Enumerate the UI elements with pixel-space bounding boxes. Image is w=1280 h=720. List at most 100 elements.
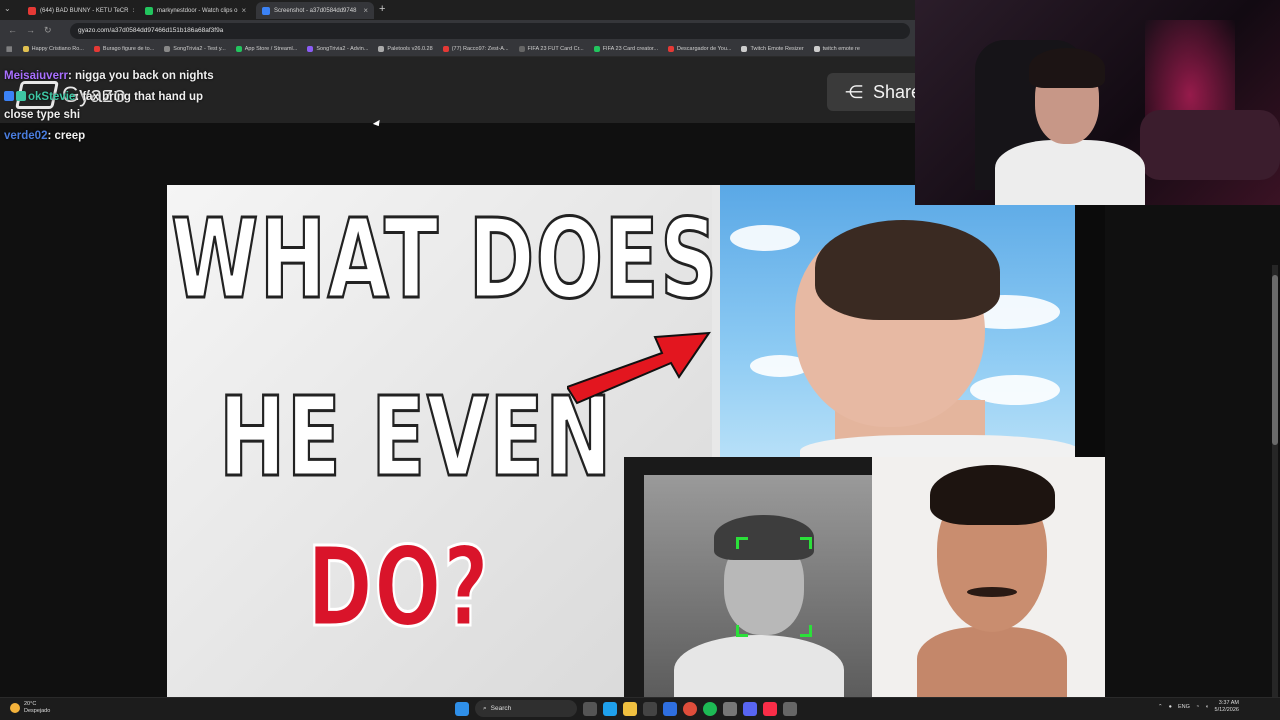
bookmark-favicon-icon bbox=[813, 46, 820, 52]
stream-chat-overlay: Meisaiuverr: nigga you back on nights ok… bbox=[4, 67, 214, 148]
language-indicator[interactable]: ENG bbox=[1178, 704, 1190, 710]
bookmark-favicon-icon bbox=[518, 46, 525, 52]
face-detect-corner-icon bbox=[800, 625, 812, 637]
bookmark-item[interactable]: SongTrivia2 - Test y... bbox=[164, 46, 226, 52]
gyazo-icon bbox=[262, 6, 270, 15]
tab-label: Screenshot - a37d0584dd9748 bbox=[274, 7, 357, 14]
tab-markynestdoor[interactable]: markynestdoor - Watch clips o × bbox=[139, 2, 251, 19]
bookmark-favicon-icon bbox=[22, 46, 29, 52]
search-icon: ⌕ bbox=[483, 704, 487, 712]
chat-text: : nigga you back on nights bbox=[67, 70, 214, 82]
file-explorer-icon[interactable] bbox=[623, 701, 637, 716]
thumbnail-border bbox=[1075, 185, 1105, 457]
cloud-shape bbox=[730, 225, 800, 251]
new-tab-button[interactable]: + bbox=[379, 3, 385, 15]
clock[interactable]: 3:37 AM 5/12/2026 bbox=[1215, 700, 1239, 714]
thumbnail-headline-line2: HE EVEN bbox=[218, 372, 613, 503]
red-arrow-icon bbox=[567, 331, 711, 405]
bookmark-item[interactable]: Twitch Emote Resizer bbox=[741, 46, 804, 52]
chat-text: : creep bbox=[47, 130, 86, 142]
chevron-up-icon[interactable]: ⌃ bbox=[1158, 704, 1163, 710]
url-input[interactable]: gyazo.com/a37d0584dd97466d151b186a68af3f… bbox=[70, 23, 910, 39]
bookmark-item[interactable]: Paletools v26.0.28 bbox=[378, 46, 433, 52]
chat-message: Meisaiuverr: nigga you back on nights bbox=[4, 67, 214, 85]
bookmark-item[interactable]: Happy Cristiano Ro... bbox=[22, 46, 84, 52]
apps-grid-icon[interactable]: ▦ bbox=[6, 45, 13, 53]
close-icon[interactable]: × bbox=[359, 6, 368, 15]
bookmark-favicon-icon bbox=[235, 46, 242, 52]
bw-photo bbox=[644, 475, 872, 697]
bookmark-favicon-icon bbox=[668, 46, 675, 52]
scrollbar-thumb[interactable] bbox=[1272, 275, 1278, 445]
chat-username: okStevie bbox=[28, 91, 76, 103]
chat-username: Meisaiuverr bbox=[4, 70, 68, 82]
weather-temp: 20°C bbox=[24, 701, 37, 707]
tab-screenshot[interactable]: Screenshot - a37d0584dd9748 × bbox=[256, 2, 374, 19]
close-icon[interactable]: × bbox=[128, 6, 134, 15]
edge-icon[interactable] bbox=[603, 701, 617, 716]
music-icon[interactable] bbox=[763, 701, 777, 716]
thumbnail-headline-line3: DO? bbox=[306, 522, 491, 653]
bookmark-item[interactable]: twitch emote re bbox=[813, 46, 860, 52]
kick-icon bbox=[145, 6, 153, 15]
forward-icon[interactable]: → bbox=[26, 25, 35, 35]
bookmark-item[interactable]: FIFA 23 FUT Card Cr... bbox=[518, 46, 584, 52]
mugshot-mustache bbox=[967, 587, 1017, 597]
screen: ⌄ (644) BAD BUNNY - KETU TeCR × markynes… bbox=[0, 0, 1280, 720]
page-scrollbar[interactable] bbox=[1272, 265, 1278, 720]
webcam-body bbox=[995, 140, 1145, 205]
bookmark-item[interactable]: FIFA 23 Card creator... bbox=[593, 46, 658, 52]
bookmark-favicon-icon bbox=[93, 46, 100, 52]
reload-icon[interactable]: ↻ bbox=[44, 25, 52, 36]
taskbar-search[interactable]: ⌕ Search bbox=[475, 700, 577, 717]
bookmark-item[interactable]: (77) Racco97: Zest-A... bbox=[442, 46, 509, 52]
weather-condition: Despejado bbox=[24, 708, 51, 714]
volume-icon[interactable]: ◖ bbox=[1205, 704, 1208, 710]
bookmark-favicon-icon bbox=[307, 46, 314, 52]
tab-search-chevron-icon[interactable]: ⌄ bbox=[4, 4, 11, 13]
face-detect-corner-icon bbox=[800, 537, 812, 549]
bookmark-favicon-icon bbox=[378, 46, 385, 52]
bookmark-favicon-icon bbox=[741, 46, 748, 52]
discord-icon[interactable] bbox=[743, 701, 757, 716]
bookmark-favicon-icon bbox=[442, 46, 449, 52]
windows-taskbar: 20°C Despejado ⌕ Search ⌃ ● ENG ◔ ◖ 3:37… bbox=[0, 697, 1280, 720]
chat-badge-icon bbox=[16, 91, 26, 101]
start-icon[interactable] bbox=[455, 701, 469, 716]
bookmark-favicon-icon bbox=[593, 46, 600, 52]
mic-icon[interactable]: ● bbox=[1169, 704, 1172, 710]
bookmark-item[interactable]: SongTrivia2 - Advin... bbox=[307, 46, 368, 52]
webcam-overlay bbox=[915, 0, 1280, 205]
chat-username: verde02 bbox=[4, 130, 48, 142]
close-icon[interactable]: × bbox=[237, 6, 246, 15]
youtube-icon bbox=[28, 6, 36, 15]
chat-message: verde02: creep bbox=[4, 127, 214, 145]
tab-bad-bunny[interactable]: (644) BAD BUNNY - KETU TeCR × bbox=[22, 2, 134, 19]
obs-icon[interactable] bbox=[723, 701, 737, 716]
bookmark-favicon-icon bbox=[164, 46, 171, 52]
chrome-icon[interactable] bbox=[683, 701, 697, 716]
wifi-icon[interactable]: ◔ bbox=[1196, 704, 1199, 710]
spotify-icon[interactable] bbox=[703, 701, 717, 716]
task-view-icon[interactable] bbox=[583, 701, 597, 716]
screenshot-image[interactable]: WHAT DOES HE EVEN DO? bbox=[167, 185, 1105, 697]
webcam-hair bbox=[1029, 48, 1105, 88]
chat-badge-icon bbox=[4, 91, 14, 101]
store-icon[interactable] bbox=[643, 701, 657, 716]
weather-widget[interactable]: 20°C Despejado bbox=[10, 701, 50, 715]
mugshot-neck bbox=[917, 627, 1067, 697]
back-icon[interactable]: ← bbox=[8, 25, 17, 35]
sun-icon bbox=[10, 703, 20, 713]
chat-message: okStevie: fax bring that hand up close t… bbox=[4, 88, 214, 124]
mugshot-photo bbox=[872, 457, 1105, 697]
webcam-sofa bbox=[1140, 110, 1280, 180]
taskbar-apps: ⌕ Search bbox=[455, 700, 797, 717]
profile-shirt bbox=[800, 435, 1075, 457]
app-icon[interactable] bbox=[783, 701, 797, 716]
face-detect-corner-icon bbox=[736, 537, 748, 549]
mail-icon[interactable] bbox=[663, 701, 677, 716]
bookmark-item[interactable]: Descargador de You... bbox=[668, 46, 731, 52]
bw-hair bbox=[714, 515, 814, 560]
bookmark-item[interactable]: Burago figure de to... bbox=[93, 46, 154, 52]
bookmark-item[interactable]: App Store / Streaml... bbox=[235, 46, 297, 52]
